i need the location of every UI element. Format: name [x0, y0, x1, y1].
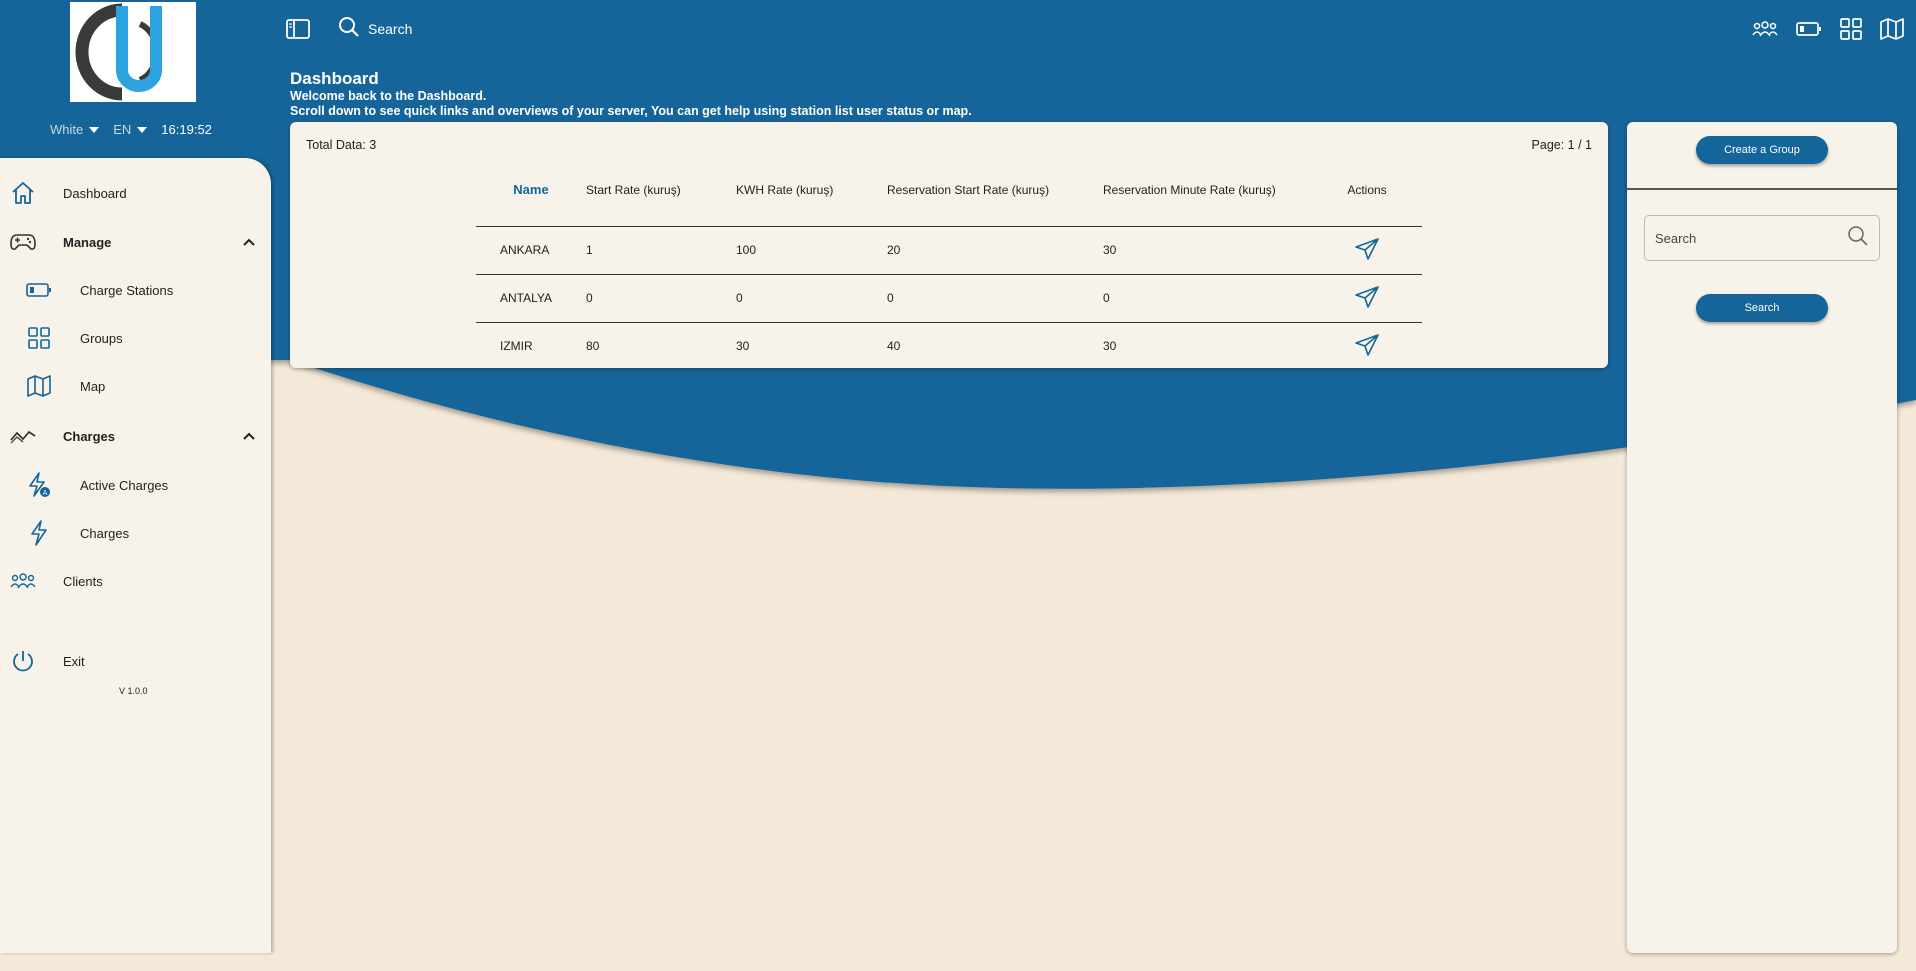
sidebar-item-label: Dashboard: [63, 185, 127, 201]
settings-row: White EN 16:19:52: [50, 122, 212, 137]
table-row: ANKARA 1 100 20 30: [476, 226, 1422, 275]
chevron-up-icon[interactable]: [242, 429, 256, 444]
sidebar-item-label: Charges: [80, 525, 130, 541]
cell-actions: [1312, 274, 1422, 323]
table-row: IZMIR 80 30 40 30: [476, 322, 1422, 370]
bolt-icon: [26, 520, 52, 546]
sidebar-item-dashboard[interactable]: Dashboard: [10, 180, 127, 206]
clients-icon: [10, 568, 36, 594]
chevron-up-icon[interactable]: [242, 235, 256, 250]
clients-icon[interactable]: [1752, 20, 1778, 38]
bolt-active-icon: A: [26, 472, 52, 498]
power-icon: [10, 648, 36, 674]
column-header-reservation-minute-rate: Reservation Minute Rate (kuruş): [1103, 154, 1312, 227]
panel-search-box: [1644, 215, 1880, 261]
cell-actions: [1312, 322, 1422, 370]
cell-actions: [1312, 226, 1422, 275]
send-icon[interactable]: [1355, 333, 1379, 356]
cell-start-rate: 1: [586, 226, 736, 275]
search-icon: [338, 16, 360, 41]
cell-kwh-rate: 0: [736, 274, 887, 323]
sidebar-item-label: Exit: [63, 653, 85, 669]
language-value: EN: [113, 122, 132, 137]
clock: 16:19:52: [161, 122, 212, 137]
language-select[interactable]: EN: [113, 122, 148, 137]
page-hint: Scroll down to see quick links and overv…: [290, 104, 972, 118]
battery-icon: [26, 277, 52, 303]
sidebar-item-active-charges[interactable]: A Active Charges: [26, 472, 168, 498]
cell-name: ANTALYA: [476, 274, 586, 323]
cell-reservation-start-rate: 40: [887, 339, 901, 354]
right-panel: Create a Group Search: [1627, 122, 1897, 953]
column-header-kwh-rate: KWH Rate (kuruş): [736, 154, 887, 227]
column-header-name[interactable]: Name: [476, 154, 586, 227]
cell-start-rate: 80: [586, 339, 600, 354]
rates-table: Name Start Rate (kuruş) KWH Rate (kuruş)…: [476, 154, 1422, 370]
sidebar-item-label: Map: [80, 378, 106, 394]
sidebar-item-charge-stations[interactable]: Charge Stations: [26, 277, 173, 303]
top-search[interactable]: Search: [338, 16, 412, 41]
sidebar-item-map[interactable]: Map: [26, 373, 105, 399]
cell-reservation-minute-rate: 0: [1103, 274, 1312, 323]
column-header-actions: Actions: [1312, 154, 1422, 227]
create-group-button[interactable]: Create a Group: [1696, 136, 1828, 164]
send-icon[interactable]: [1355, 237, 1379, 260]
gamepad-icon: [10, 229, 36, 255]
sidebar-group-manage[interactable]: Manage: [10, 229, 255, 255]
cell-reservation-minute-rate: 30: [1103, 339, 1117, 354]
table-header-row: Name Start Rate (kuruş) KWH Rate (kuruş)…: [476, 154, 1422, 227]
theme-select[interactable]: White: [50, 122, 100, 137]
sidebar-group-charges[interactable]: Charges: [10, 423, 255, 449]
map-icon: [26, 373, 52, 399]
panel-divider: [1627, 188, 1897, 190]
grid-icon: [26, 325, 52, 351]
app-version: V 1.0.0: [119, 686, 148, 696]
cell-name: ANKARA: [476, 226, 586, 275]
sidebar-group-label: Manage: [63, 234, 112, 250]
sidebar-item-clients[interactable]: Clients: [10, 568, 103, 594]
panel-search-input[interactable]: [1655, 230, 1847, 246]
sidebar-item-groups[interactable]: Groups: [26, 325, 123, 351]
table-row: ANTALYA 0 0 0 0: [476, 274, 1422, 323]
wave-chart-icon: [10, 423, 36, 449]
cell-kwh-rate: 30: [736, 339, 750, 354]
cell-reservation-minute-rate: 30: [1103, 226, 1312, 275]
total-data: Total Data: 3: [306, 138, 377, 152]
svg-text:A: A: [43, 489, 48, 497]
cell-start-rate: 0: [586, 274, 736, 323]
top-search-label: Search: [368, 20, 413, 37]
caret-down-icon: [89, 126, 100, 133]
page-welcome: Welcome back to the Dashboard.: [290, 89, 487, 103]
grid-icon[interactable]: [1840, 18, 1862, 40]
sidebar-item-label: Clients: [63, 573, 103, 589]
sidebar: Dashboard Manage Charge Stations Groups …: [0, 158, 271, 953]
column-header-reservation-start-rate: Reservation Start Rate (kuruş): [887, 154, 1103, 227]
search-icon[interactable]: [1847, 225, 1869, 252]
page-indicator: Page: 1 / 1: [1531, 138, 1592, 152]
sidebar-toggle-icon[interactable]: [286, 18, 310, 39]
caret-down-icon: [137, 126, 148, 133]
sidebar-item-label: Active Charges: [80, 477, 169, 493]
page-title: Dashboard: [290, 69, 379, 88]
brand-logo: [70, 2, 196, 102]
battery-icon[interactable]: [1796, 21, 1822, 37]
cell-reservation-start-rate: 20: [887, 226, 1103, 275]
page-header: Dashboard Welcome back to the Dashboard.…: [290, 69, 972, 119]
panel-search-button[interactable]: Search: [1696, 294, 1828, 322]
cell-reservation-start-rate: 0: [887, 274, 1103, 323]
send-icon[interactable]: [1355, 285, 1379, 308]
column-header-start-rate: Start Rate (kuruş): [586, 154, 736, 227]
sidebar-item-label: Groups: [80, 330, 123, 346]
map-icon[interactable]: [1880, 18, 1904, 40]
sidebar-group-label: Charges: [63, 428, 116, 444]
top-bar: Search: [0, 0, 1916, 60]
cell-name: IZMIR: [500, 339, 533, 354]
cell-kwh-rate: 100: [736, 226, 887, 275]
theme-value: White: [50, 122, 84, 137]
sidebar-item-exit[interactable]: Exit: [10, 648, 85, 674]
sidebar-item-charges[interactable]: Charges: [26, 520, 129, 546]
home-icon: [10, 180, 36, 206]
sidebar-item-label: Charge Stations: [80, 282, 174, 298]
rates-card: Total Data: 3 Page: 1 / 1 Name Start Rat…: [290, 122, 1608, 368]
